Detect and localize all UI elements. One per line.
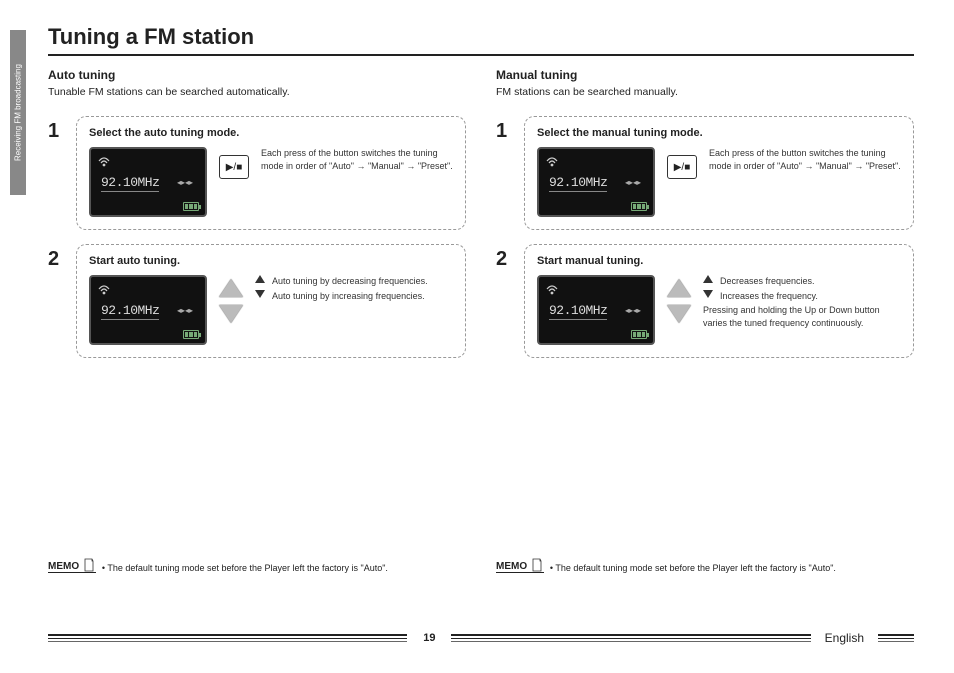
memo-text: • The default tuning mode set before the… <box>102 563 388 573</box>
footer-rule-small <box>878 634 914 641</box>
play-pause-button[interactable]: ▶/■ <box>667 155 697 179</box>
auto-tuning-heading: Auto tuning <box>48 68 466 82</box>
play-pause-button[interactable]: ▶/■ <box>219 155 249 179</box>
battery-icon <box>183 202 199 211</box>
step-note: Each press of the button switches the tu… <box>709 147 901 172</box>
page-title: Tuning a FM station <box>48 24 914 56</box>
battery-icon <box>631 330 647 339</box>
manual-tuning-heading: Manual tuning <box>496 68 914 82</box>
step-note: Decreases frequencies. Increases the fre… <box>703 275 901 329</box>
column-auto-tuning: Auto tuning Tunable FM stations can be s… <box>48 68 466 573</box>
step-note: Auto tuning by decreasing frequencies. A… <box>255 275 428 304</box>
auto-step-1: 1 Select the auto tuning mode. 92.10MHz … <box>48 116 466 230</box>
down-triangle-icon <box>703 290 713 298</box>
manual-step-2: 2 Start manual tuning. 92.10MHz ◂▸◂▸ <box>496 244 914 358</box>
step-number: 2 <box>48 244 76 358</box>
step-number: 1 <box>48 116 76 230</box>
battery-icon <box>183 330 199 339</box>
auto-step-2: 2 Start auto tuning. 92.10MHz ◂▸◂▸ <box>48 244 466 358</box>
up-button[interactable] <box>219 279 243 297</box>
memo-text: • The default tuning mode set before the… <box>550 563 836 573</box>
column-manual-tuning: Manual tuning FM stations can be searche… <box>496 68 914 573</box>
tune-arrows-icon: ◂▸◂▸ <box>625 306 641 315</box>
frequency-readout: 92.10MHz <box>549 175 607 192</box>
footer-rule <box>48 634 407 641</box>
down-button[interactable] <box>667 305 691 323</box>
frequency-readout: 92.10MHz <box>549 303 607 320</box>
battery-icon <box>631 202 647 211</box>
section-tab: Receiving FM broadcasting <box>10 30 26 195</box>
memo-label-text: MEMO <box>496 561 527 572</box>
step-title: Start manual tuning. <box>537 255 901 267</box>
signal-icon <box>545 155 559 169</box>
frequency-readout: 92.10MHz <box>101 303 159 320</box>
language-label: English <box>821 631 868 645</box>
lcd-display: 92.10MHz ◂▸◂▸ <box>537 147 655 217</box>
manual-step-1: 1 Select the manual tuning mode. 92.10MH… <box>496 116 914 230</box>
up-triangle-icon <box>255 275 265 283</box>
step-title: Start auto tuning. <box>89 255 453 267</box>
page-footer: 19 English <box>48 631 914 645</box>
footer-rule <box>451 634 810 641</box>
signal-icon <box>97 283 111 297</box>
up-triangle-icon <box>703 275 713 283</box>
step-box: Select the manual tuning mode. 92.10MHz … <box>524 116 914 230</box>
note-down: Auto tuning by increasing frequencies. <box>272 290 425 303</box>
step-number: 2 <box>496 244 524 358</box>
down-button[interactable] <box>219 305 243 323</box>
tune-arrows-icon: ◂▸◂▸ <box>625 178 641 187</box>
memo-note-icon <box>84 558 94 572</box>
step-note: Each press of the button switches the tu… <box>261 147 453 172</box>
lcd-display: 92.10MHz ◂▸◂▸ <box>537 275 655 345</box>
up-button[interactable] <box>667 279 691 297</box>
signal-icon <box>545 283 559 297</box>
signal-icon <box>97 155 111 169</box>
memo-row: MEMO • The default tuning mode set befor… <box>496 558 914 573</box>
note-extra: Pressing and holding the Up or Down butt… <box>703 304 901 329</box>
step-box: Select the auto tuning mode. 92.10MHz ◂▸… <box>76 116 466 230</box>
step-box: Start manual tuning. 92.10MHz ◂▸◂▸ <box>524 244 914 358</box>
up-down-buttons <box>667 279 691 323</box>
note-down: Increases the frequency. <box>720 290 818 303</box>
step-box: Start auto tuning. 92.10MHz ◂▸◂▸ <box>76 244 466 358</box>
note-up: Decreases frequencies. <box>720 275 815 288</box>
tune-arrows-icon: ◂▸◂▸ <box>177 178 193 187</box>
down-triangle-icon <box>255 290 265 298</box>
memo-label: MEMO <box>48 558 96 573</box>
step-title: Select the manual tuning mode. <box>537 127 901 139</box>
page-number: 19 <box>417 632 441 644</box>
page-content: Tuning a FM station Auto tuning Tunable … <box>0 0 954 573</box>
lcd-display: 92.10MHz ◂▸◂▸ <box>89 275 207 345</box>
note-up: Auto tuning by decreasing frequencies. <box>272 275 428 288</box>
memo-note-icon <box>532 558 542 572</box>
memo-label: MEMO <box>496 558 544 573</box>
step-number: 1 <box>496 116 524 230</box>
tune-arrows-icon: ◂▸◂▸ <box>177 306 193 315</box>
step-title: Select the auto tuning mode. <box>89 127 453 139</box>
lcd-display: 92.10MHz ◂▸◂▸ <box>89 147 207 217</box>
auto-tuning-desc: Tunable FM stations can be searched auto… <box>48 86 466 98</box>
frequency-readout: 92.10MHz <box>101 175 159 192</box>
memo-row: MEMO • The default tuning mode set befor… <box>48 558 466 573</box>
manual-tuning-desc: FM stations can be searched manually. <box>496 86 914 98</box>
up-down-buttons <box>219 279 243 323</box>
memo-label-text: MEMO <box>48 561 79 572</box>
